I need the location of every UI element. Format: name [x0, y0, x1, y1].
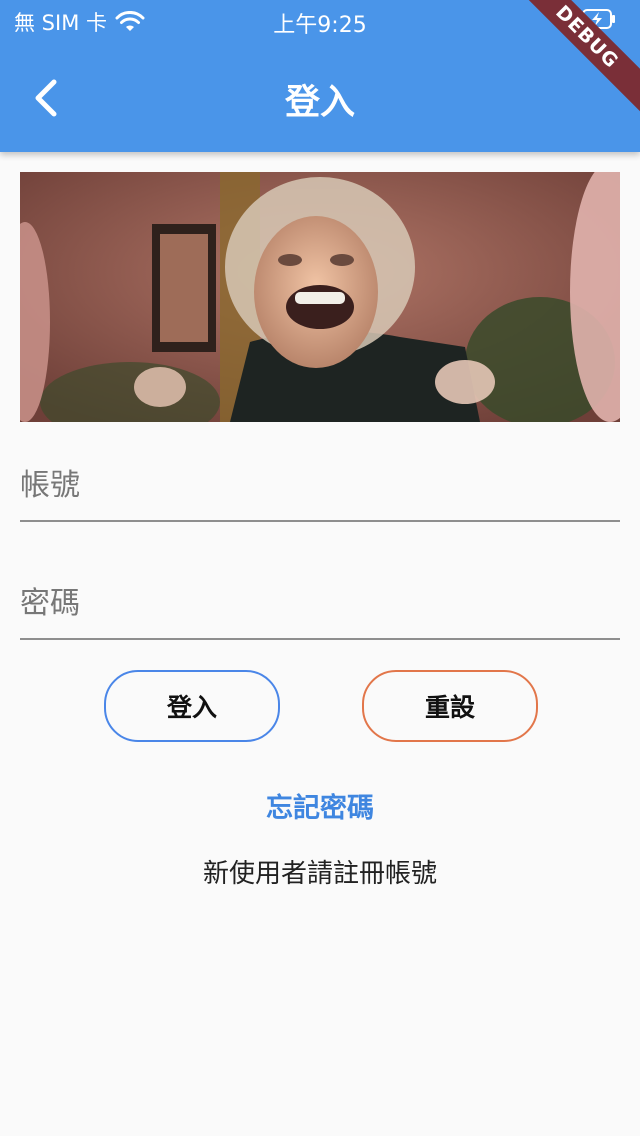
password-input[interactable] — [20, 568, 620, 638]
register-link[interactable]: 新使用者請註冊帳號 — [0, 853, 640, 890]
login-button[interactable]: 登入 — [104, 670, 280, 742]
app-bar: 無 SIM 卡 上午9:25 登入 DEBUG — [0, 0, 640, 152]
forgot-password-link[interactable]: 忘記密碼 — [0, 786, 640, 825]
page-title: 登入 — [284, 83, 355, 123]
hero-photo — [20, 172, 620, 422]
password-field[interactable] — [20, 568, 620, 640]
reset-button[interactable]: 重設 — [362, 670, 538, 742]
hero-image — [20, 172, 620, 422]
account-field[interactable] — [20, 450, 620, 522]
account-input[interactable] — [20, 450, 620, 520]
